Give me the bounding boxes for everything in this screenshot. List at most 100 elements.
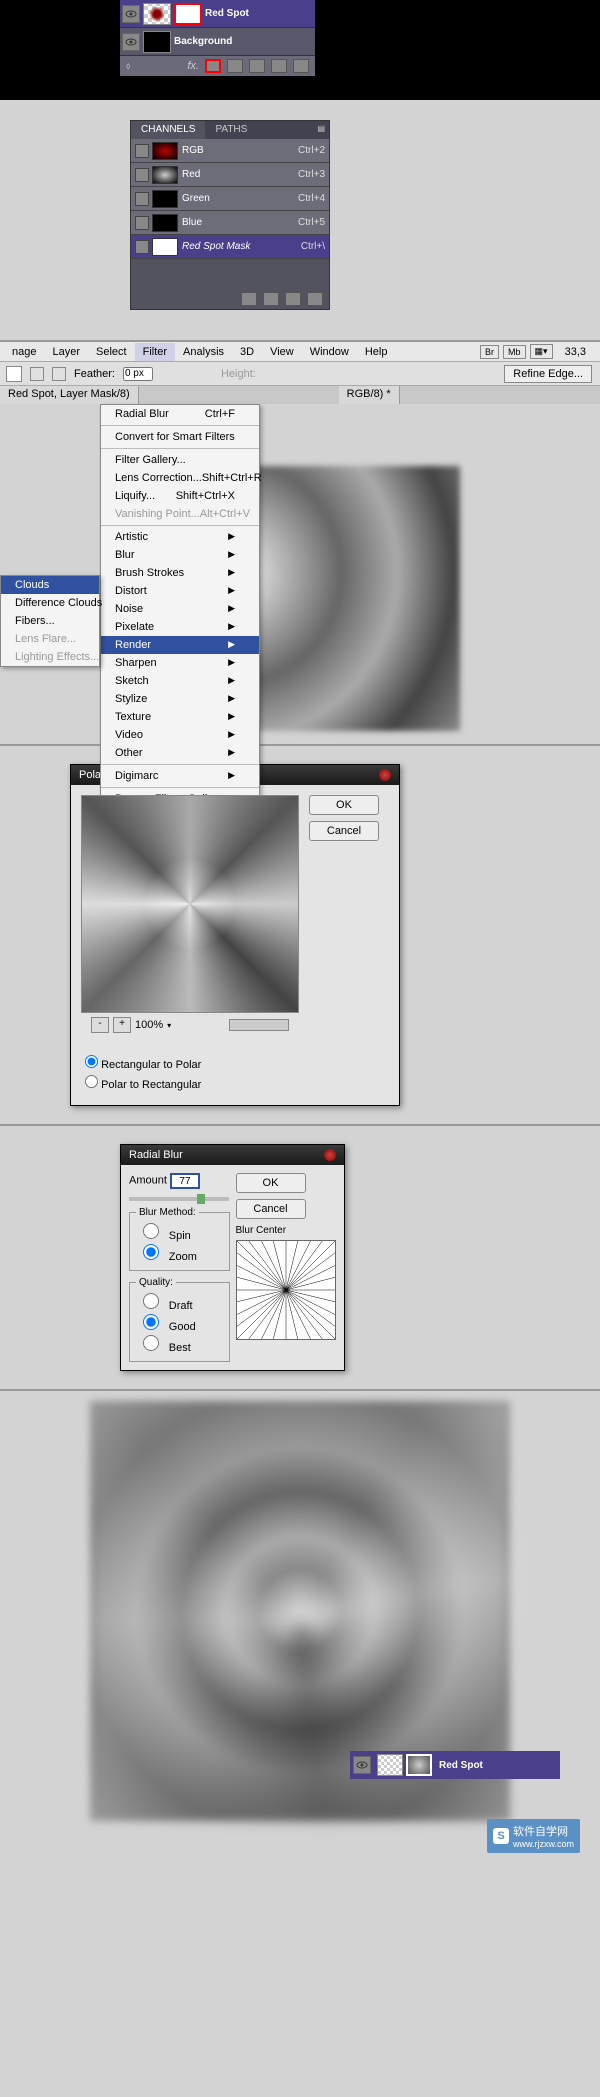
visibility-icon[interactable] (122, 33, 140, 51)
visibility-icon[interactable] (353, 1756, 371, 1774)
add-mask-button[interactable] (205, 59, 221, 73)
radio-polar-to-rect[interactable]: Polar to Rectangular (85, 1073, 385, 1093)
ok-button[interactable]: OK (309, 795, 379, 815)
visibility-icon[interactable] (135, 144, 149, 158)
radio-draft[interactable]: Draft (136, 1292, 223, 1313)
close-icon[interactable] (379, 769, 391, 781)
layer-background[interactable]: Background (120, 28, 315, 56)
menu-item-filter-gallery[interactable]: Filter Gallery... (101, 451, 259, 469)
menu-filter[interactable]: Filter (135, 343, 175, 361)
radio-zoom[interactable]: Zoom (136, 1243, 223, 1264)
channel-red[interactable]: Red Ctrl+3 (131, 163, 329, 187)
save-selection-icon[interactable] (263, 292, 279, 306)
menu-group-pixelate[interactable]: Pixelate▶ (101, 618, 259, 636)
trash-icon[interactable] (307, 292, 323, 306)
layer-red-spot[interactable]: Red Spot (120, 0, 315, 28)
menu-layer[interactable]: Layer (44, 343, 88, 361)
ok-button[interactable]: OK (236, 1173, 306, 1193)
radio-best[interactable]: Best (136, 1334, 223, 1355)
refine-edge-button[interactable]: Refine Edge... (504, 365, 592, 383)
close-icon[interactable] (324, 1149, 336, 1161)
blur-center-preview[interactable] (236, 1240, 336, 1340)
menu-group-sketch[interactable]: Sketch▶ (101, 672, 259, 690)
mask-thumbnail[interactable] (406, 1754, 432, 1776)
menu-item-radial-blur[interactable]: Radial BlurCtrl+F (101, 405, 259, 423)
menu-group-texture[interactable]: Texture▶ (101, 708, 259, 726)
visibility-icon[interactable] (135, 240, 149, 254)
submenu-difference-clouds[interactable]: Difference Clouds (1, 594, 99, 612)
submenu-lighting-effects[interactable]: Lighting Effects... (1, 648, 99, 666)
menu-group-distort[interactable]: Distort▶ (101, 582, 259, 600)
radio-spin[interactable]: Spin (136, 1222, 223, 1243)
visibility-icon[interactable] (135, 216, 149, 230)
menu-group-other[interactable]: Other▶ (101, 744, 259, 762)
screen-mode-icon[interactable]: ▦▾ (530, 344, 553, 359)
channel-green[interactable]: Green Ctrl+4 (131, 187, 329, 211)
layer-thumbnail[interactable] (143, 31, 171, 53)
adjustment-icon[interactable] (227, 59, 243, 73)
panel-menu-icon[interactable]: ▤ (317, 124, 325, 133)
channel-rgb[interactable]: RGB Ctrl+2 (131, 139, 329, 163)
menu-item-convert-smart[interactable]: Convert for Smart Filters (101, 428, 259, 446)
menu-group-digimarc[interactable]: Digimarc▶ (101, 767, 259, 785)
visibility-icon[interactable] (135, 168, 149, 182)
radio-good[interactable]: Good (136, 1313, 223, 1334)
cancel-button[interactable]: Cancel (309, 821, 379, 841)
fx-icon[interactable]: fx. (187, 60, 199, 72)
tab-paths[interactable]: PATHS (205, 121, 257, 139)
new-layer-icon[interactable] (271, 59, 287, 73)
zoom-out-button[interactable]: - (91, 1017, 109, 1033)
menu-help[interactable]: Help (357, 343, 396, 361)
new-channel-icon[interactable] (285, 292, 301, 306)
doc-tab-2[interactable]: RGB/8) * (339, 386, 400, 404)
menu-group-artistic[interactable]: Artistic▶ (101, 528, 259, 546)
menu-group-stylize[interactable]: Stylize▶ (101, 690, 259, 708)
zoom-value[interactable]: 33,3 (557, 343, 594, 361)
menu-group-brush-strokes[interactable]: Brush Strokes▶ (101, 564, 259, 582)
menu-window[interactable]: Window (302, 343, 357, 361)
menu-view[interactable]: View (262, 343, 302, 361)
menu-group-noise[interactable]: Noise▶ (101, 600, 259, 618)
feather-input[interactable] (123, 367, 153, 381)
layer-thumbnail[interactable] (377, 1754, 403, 1776)
layer-thumbnail[interactable] (143, 3, 171, 25)
cancel-button[interactable]: Cancel (236, 1199, 306, 1219)
mode-icon[interactable] (52, 367, 66, 381)
layer-mask-thumbnail[interactable] (174, 3, 202, 25)
mb-button[interactable]: Mb (503, 345, 526, 359)
menu-image[interactable]: nage (4, 343, 44, 361)
trash-icon[interactable] (293, 59, 309, 73)
submenu-lens-flare[interactable]: Lens Flare... (1, 630, 99, 648)
menu-item-vanishing-point[interactable]: Vanishing Point...Alt+Ctrl+V (101, 505, 259, 523)
selection-tool-icon[interactable] (6, 366, 22, 382)
polar-preview[interactable] (81, 795, 299, 1013)
dropdown-icon[interactable]: ▾ (167, 1021, 171, 1030)
doc-tab-1[interactable]: Red Spot, Layer Mask/8) (0, 386, 139, 404)
submenu-fibers[interactable]: Fibers... (1, 612, 99, 630)
zoom-in-button[interactable]: + (113, 1017, 131, 1033)
menu-item-liquify[interactable]: Liquify...Shift+Ctrl+X (101, 487, 259, 505)
visibility-icon[interactable] (122, 5, 140, 23)
menu-select[interactable]: Select (88, 343, 135, 361)
link-icon[interactable]: ⬨ (120, 61, 131, 72)
menu-3d[interactable]: 3D (232, 343, 262, 361)
menu-group-render[interactable]: Render▶ (101, 636, 259, 654)
menu-group-blur[interactable]: Blur▶ (101, 546, 259, 564)
mini-layer-row[interactable]: Red Spot (350, 1751, 560, 1779)
radio-rect-to-polar[interactable]: Rectangular to Polar (85, 1053, 385, 1073)
scrollbar[interactable] (229, 1019, 289, 1031)
channel-mask[interactable]: Red Spot Mask Ctrl+\ (131, 235, 329, 259)
menu-group-sharpen[interactable]: Sharpen▶ (101, 654, 259, 672)
mode-icon[interactable] (30, 367, 44, 381)
tab-channels[interactable]: CHANNELS (131, 121, 205, 139)
group-icon[interactable] (249, 59, 265, 73)
visibility-icon[interactable] (135, 192, 149, 206)
br-button[interactable]: Br (480, 345, 499, 359)
load-selection-icon[interactable] (241, 292, 257, 306)
menu-item-lens-correction[interactable]: Lens Correction...Shift+Ctrl+R (101, 469, 259, 487)
amount-slider[interactable] (129, 1197, 229, 1201)
menu-group-video[interactable]: Video▶ (101, 726, 259, 744)
amount-input[interactable] (170, 1173, 200, 1189)
channel-blue[interactable]: Blue Ctrl+5 (131, 211, 329, 235)
menu-analysis[interactable]: Analysis (175, 343, 232, 361)
